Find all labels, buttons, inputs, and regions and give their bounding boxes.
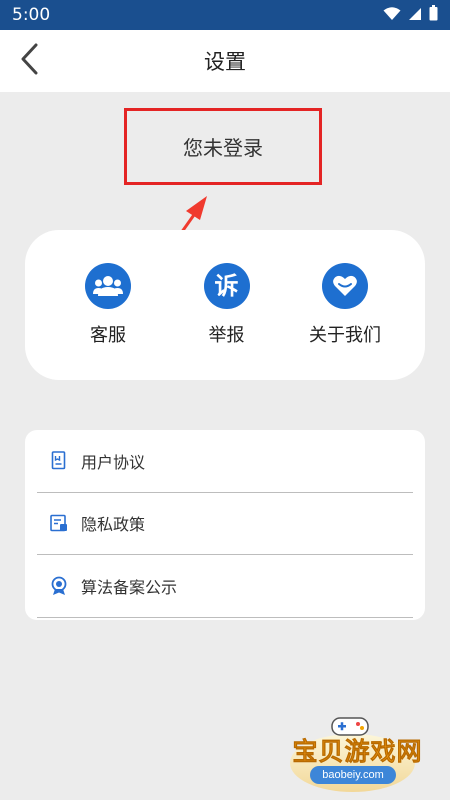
customer-service-button[interactable]: 客服	[58, 230, 158, 380]
list-item-label: 用户协议	[81, 452, 146, 472]
watermark-logo: 宝贝游戏网 baobeiy.com	[270, 708, 445, 796]
action-label: 关于我们	[309, 325, 381, 346]
action-label: 客服	[90, 325, 126, 346]
about-us-button[interactable]: 关于我们	[295, 230, 395, 380]
heart-icon	[322, 263, 368, 309]
settings-list: 用户协议 隐私政策 算法备案公示	[25, 430, 425, 620]
watermark-title: 宝贝游戏网	[292, 737, 423, 767]
list-item-algorithm-filing[interactable]: 算法备案公示	[37, 555, 413, 618]
login-status-text: 您未登录	[183, 136, 263, 160]
battery-icon	[429, 5, 438, 25]
status-bar: 5:00	[0, 0, 450, 30]
list-item-label: 算法备案公示	[81, 577, 178, 597]
report-icon: 诉	[203, 263, 250, 309]
status-icons	[383, 5, 438, 25]
list-item-privacy-policy[interactable]: 隐私政策	[37, 493, 413, 555]
document-icon	[49, 451, 69, 471]
login-prompt[interactable]: 您未登录	[124, 108, 322, 185]
back-arrow-icon	[18, 43, 40, 79]
watermark-url: baobeiy.com	[310, 766, 396, 784]
gamepad-icon	[331, 717, 369, 736]
status-time: 5:00	[12, 5, 51, 25]
users-icon	[85, 263, 131, 309]
report-icon-glyph: 诉	[214, 272, 239, 300]
action-label: 举报	[208, 325, 245, 346]
back-button[interactable]	[6, 38, 52, 84]
list-item-label: 隐私政策	[81, 515, 146, 535]
report-button[interactable]: 诉 举报	[177, 230, 277, 380]
badge-icon	[49, 576, 69, 596]
header-bar: 设置	[0, 30, 450, 92]
page-title: 设置	[204, 50, 246, 74]
watermark-badge	[290, 734, 415, 792]
list-item-user-agreement[interactable]: 用户协议	[37, 430, 413, 493]
action-card: 客服 诉 举报 关于我们	[25, 230, 425, 380]
signal-icon	[408, 6, 422, 25]
wifi-icon	[383, 6, 401, 25]
privacy-doc-icon	[49, 513, 69, 533]
